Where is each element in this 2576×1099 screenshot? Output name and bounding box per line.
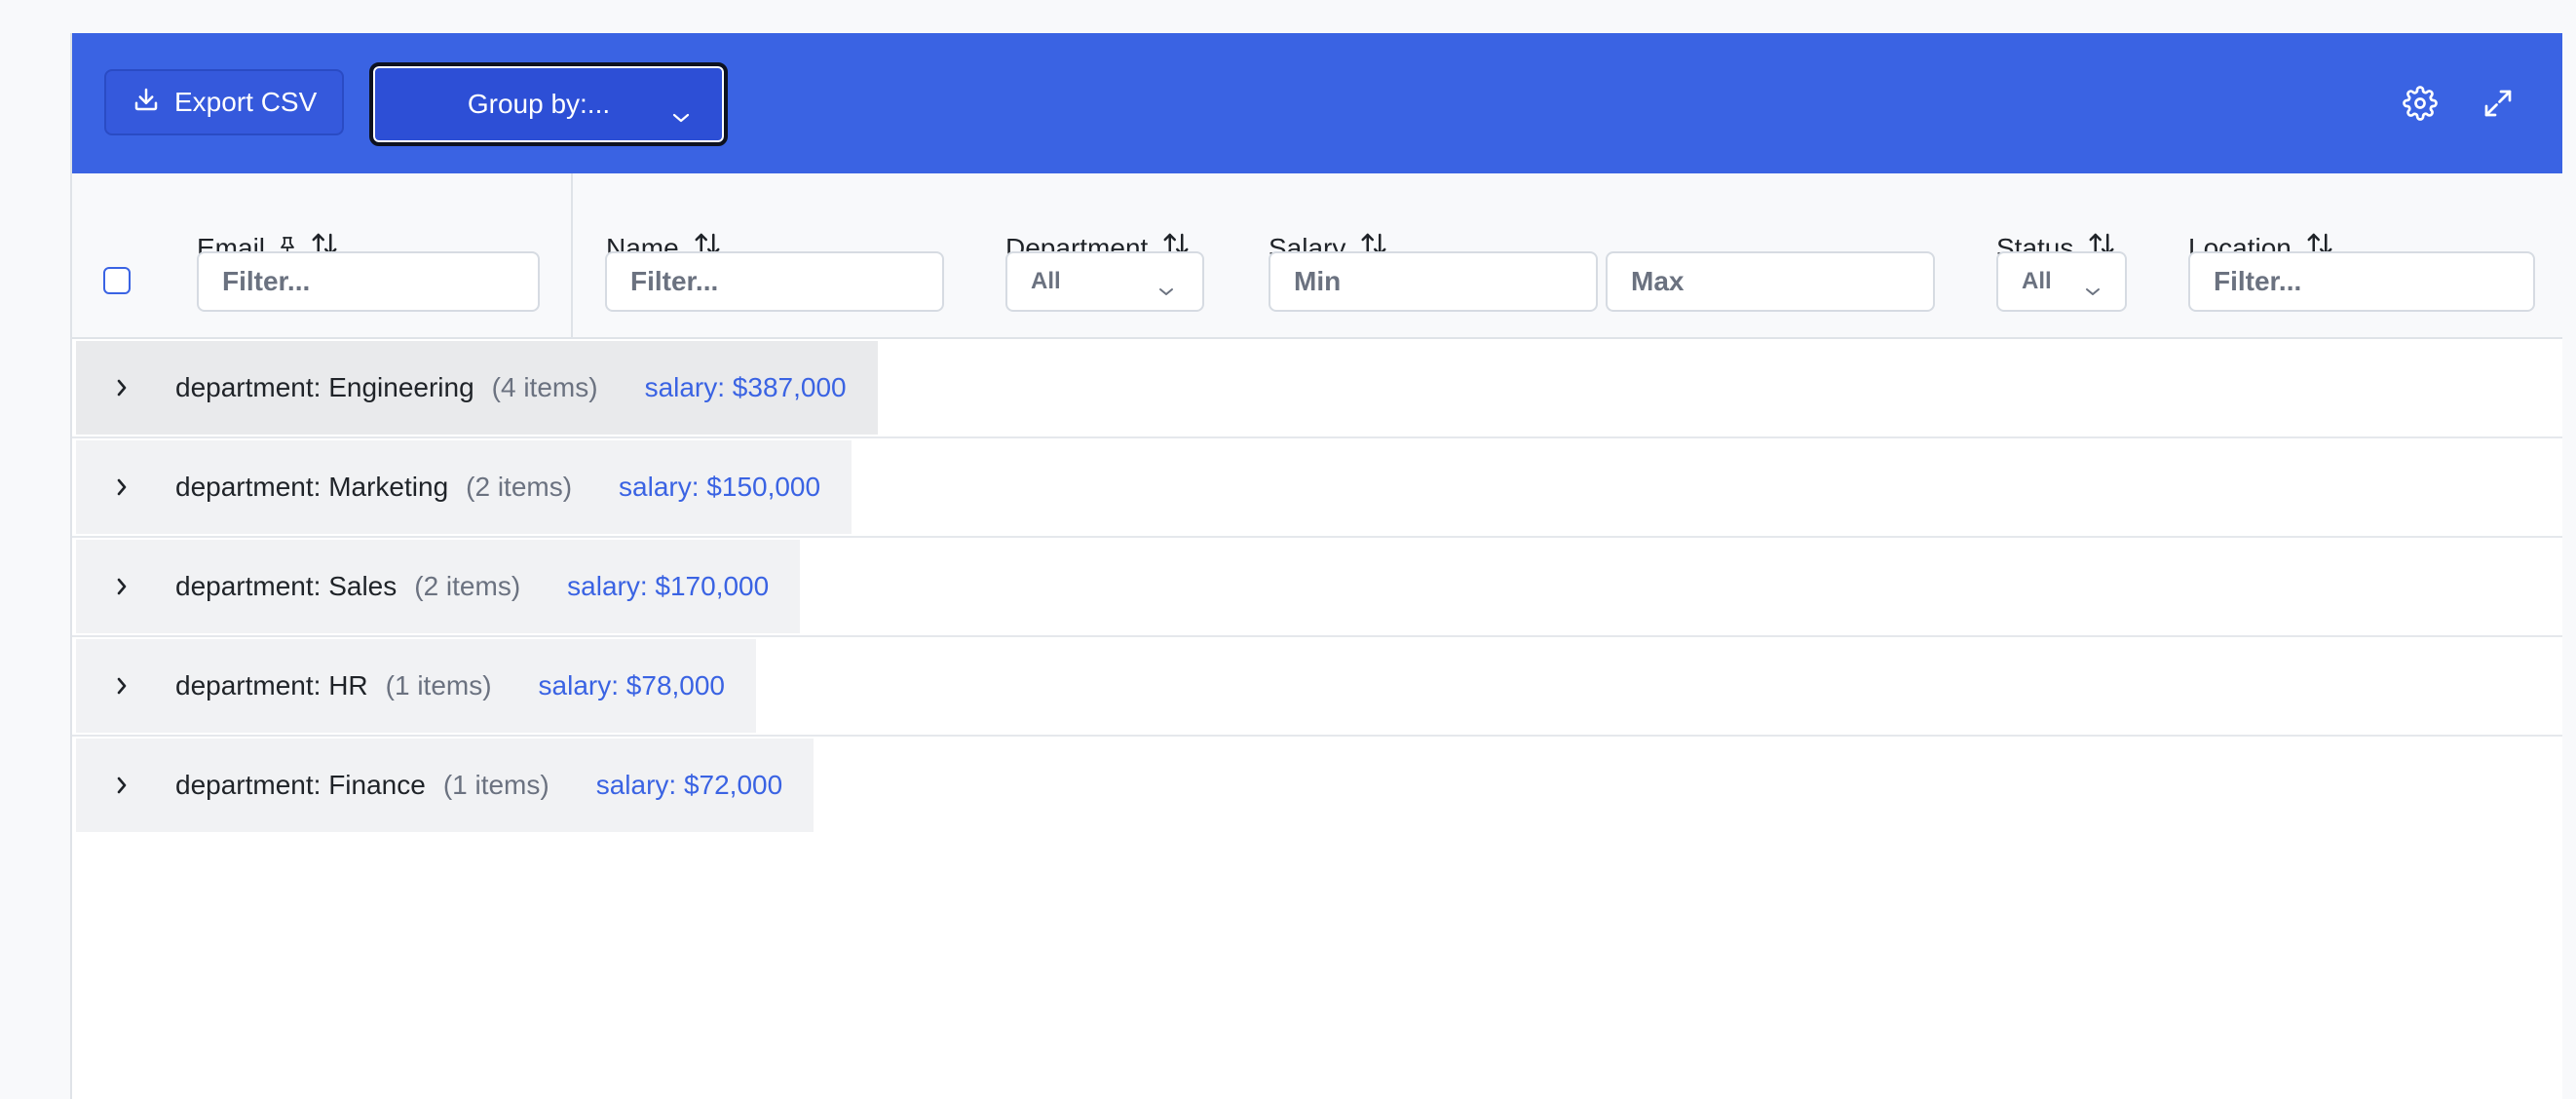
group-count: (4 items) <box>491 372 598 402</box>
gear-icon[interactable] <box>2403 86 2438 121</box>
chevron-down-icon <box>1157 277 1175 304</box>
group-row[interactable]: department: Sales (2 items) salary: $170… <box>72 538 2562 637</box>
export-csv-button[interactable]: Export CSV <box>104 69 344 135</box>
chevron-down-icon <box>2084 277 2102 304</box>
salary-min-input[interactable]: Min <box>1269 251 1598 312</box>
group-aggregate: salary: $78,000 <box>538 670 726 701</box>
data-grid: Export CSV Group by:... Email Name Depar… <box>70 33 2562 1099</box>
group-aggregate: salary: $72,000 <box>595 770 783 800</box>
group-label: department: HR <box>175 670 368 701</box>
grid-toolbar: Export CSV Group by:... <box>72 33 2562 173</box>
group-label: department: Finance <box>175 770 426 800</box>
group-label: department: Engineering <box>175 372 474 402</box>
salary-min-placeholder: Min <box>1294 266 1342 296</box>
group-count: (2 items) <box>466 472 573 502</box>
salary-max-placeholder: Max <box>1631 266 1685 296</box>
group-by-label: Group by:... <box>467 89 611 119</box>
location-filter-input[interactable]: Filter... <box>2188 251 2535 312</box>
group-cell[interactable]: department: Sales (2 items) salary: $170… <box>76 540 801 633</box>
name-filter-input[interactable]: Filter... <box>605 251 944 312</box>
group-cell[interactable]: department: Engineering (4 items) salary… <box>76 341 878 435</box>
group-by-select[interactable]: Group by:... <box>369 62 728 146</box>
group-count: (1 items) <box>385 670 492 701</box>
download-icon <box>132 85 161 121</box>
group-cell[interactable]: department: Finance (1 items) salary: $7… <box>76 739 814 832</box>
group-row[interactable]: department: Marketing (2 items) salary: … <box>72 438 2562 538</box>
chevron-right-icon[interactable] <box>115 576 146 597</box>
status-filter-select[interactable]: All <box>1996 251 2127 312</box>
department-filter-value: All <box>1031 268 1061 294</box>
group-aggregate: salary: $387,000 <box>644 372 847 402</box>
group-row[interactable]: department: Finance (1 items) salary: $7… <box>72 737 2562 834</box>
select-all-checkbox[interactable] <box>103 267 131 294</box>
group-count: (2 items) <box>414 571 521 601</box>
group-label: department: Marketing <box>175 472 449 502</box>
group-row[interactable]: department: HR (1 items) salary: $78,000 <box>72 637 2562 737</box>
group-cell[interactable]: department: Marketing (2 items) salary: … <box>76 440 852 534</box>
expand-icon[interactable] <box>2481 86 2516 121</box>
chevron-right-icon[interactable] <box>115 476 146 498</box>
chevron-right-icon[interactable] <box>115 377 146 398</box>
group-label: department: Sales <box>175 571 398 601</box>
salary-max-input[interactable]: Max <box>1606 251 1935 312</box>
group-aggregate: salary: $170,000 <box>567 571 770 601</box>
group-aggregate: salary: $150,000 <box>619 472 821 502</box>
email-filter-placeholder: Filter... <box>222 266 311 296</box>
export-csv-label: Export CSV <box>174 87 318 117</box>
chevron-down-icon <box>671 99 691 131</box>
pinned-column-divider <box>571 173 573 337</box>
chevron-right-icon[interactable] <box>115 775 146 796</box>
group-row[interactable]: department: Engineering (4 items) salary… <box>72 339 2562 438</box>
status-filter-value: All <box>2022 268 2052 294</box>
name-filter-placeholder: Filter... <box>630 266 719 296</box>
group-cell[interactable]: department: HR (1 items) salary: $78,000 <box>76 639 757 733</box>
group-count: (1 items) <box>442 770 549 800</box>
department-filter-select[interactable]: All <box>1005 251 1204 312</box>
chevron-right-icon[interactable] <box>115 675 146 697</box>
email-filter-input[interactable]: Filter... <box>197 251 540 312</box>
location-filter-placeholder: Filter... <box>2214 266 2302 296</box>
